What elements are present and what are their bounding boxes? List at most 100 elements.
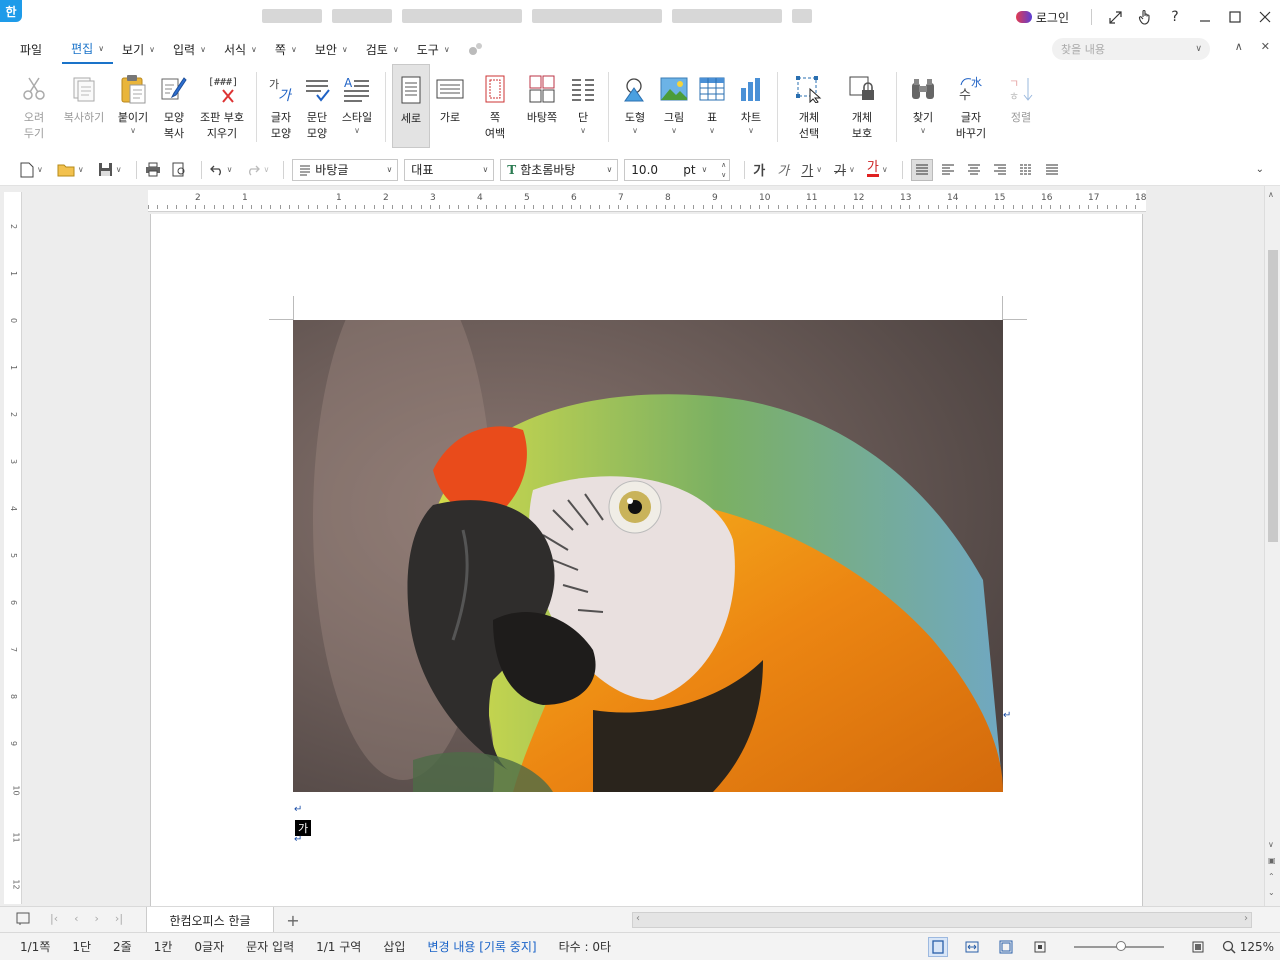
picture-button[interactable]: 그림 ∨ [655, 64, 693, 148]
paste-button[interactable]: 붙이기 ∨ [112, 64, 154, 148]
fit-page-icon[interactable] [1188, 937, 1208, 957]
menu-file[interactable]: 파일 [0, 34, 62, 64]
new-document-icon[interactable]: ∨ [20, 162, 43, 178]
menu-review[interactable]: 검토 ∨ [357, 34, 408, 64]
toolbar-expand-icon[interactable]: ⌄ [1256, 164, 1264, 175]
next-page-icon[interactable]: ⌄ [1268, 888, 1275, 897]
spinner-icon[interactable]: ∧ ∨ [721, 160, 726, 180]
zoom-reset-icon[interactable] [1030, 937, 1050, 957]
find-button[interactable]: 찾기 ∨ [903, 64, 943, 148]
font-color-button[interactable]: 가 ∨ [866, 161, 888, 177]
last-tab-icon[interactable]: ›| [115, 912, 123, 925]
fit-width-icon[interactable] [962, 937, 982, 957]
close-menu-icon[interactable]: ✕ [1261, 40, 1270, 53]
vertical-ruler[interactable]: 2 1 0 1 2 3 4 5 6 7 8 9 10 11 12 [4, 192, 22, 904]
prev-page-icon[interactable]: ⌃ [1268, 872, 1275, 881]
chevron-down-icon[interactable]: ∨ [748, 126, 754, 136]
close-icon[interactable] [1250, 0, 1280, 34]
tab-list-icon[interactable] [16, 912, 30, 929]
shape-button[interactable]: 도형 ∨ [615, 64, 655, 148]
scroll-thumb[interactable] [1268, 250, 1278, 542]
scroll-right-icon[interactable]: › [1244, 913, 1248, 924]
next-tab-icon[interactable]: › [95, 912, 99, 925]
justify-align-icon[interactable] [910, 158, 933, 181]
chevron-down-icon[interactable]: ∨ [671, 126, 677, 136]
login-button[interactable]: 로그인 [1015, 9, 1069, 26]
status-page[interactable]: 1/1쪽 [20, 938, 50, 955]
chevron-down-icon[interactable]: ∨ [37, 165, 43, 174]
horizontal-scrollbar[interactable]: ‹ › [632, 912, 1252, 928]
page-margin-button[interactable]: 쪽 여백 [470, 64, 520, 148]
chevron-down-icon[interactable]: ∨ [816, 165, 822, 174]
center-align-icon[interactable] [963, 159, 985, 181]
parrot-image[interactable] [293, 320, 1003, 792]
menu-security[interactable]: 보안 ∨ [306, 34, 357, 64]
quick-settings-icon[interactable] [459, 34, 493, 64]
strikethrough-button[interactable]: 가 ∨ [834, 160, 855, 179]
zoom-slider-knob[interactable] [1115, 941, 1126, 951]
vertical-scrollbar[interactable]: ∧ ∨ ▣ ⌃ ⌄ [1264, 186, 1280, 906]
scroll-left-icon[interactable]: ‹ [636, 913, 640, 924]
font-select[interactable]: T 함초롬바탕 ∨ [500, 158, 619, 181]
chevron-down-icon[interactable]: ∨ [701, 165, 707, 174]
print-icon[interactable] [145, 162, 161, 177]
chart-button[interactable]: 차트 ∨ [731, 64, 771, 148]
object-protect-button[interactable]: 개체 보호 [834, 64, 890, 148]
chevron-down-icon[interactable]: ∨ [849, 165, 855, 174]
replace-button[interactable]: 수水 글자 바꾸기 [943, 64, 999, 148]
tab-document[interactable]: 한컴오피스 한글 [146, 907, 274, 933]
object-select-button[interactable]: 개체 선택 [784, 64, 834, 148]
scroll-down-icon[interactable]: ∨ [1268, 840, 1274, 849]
columns-button[interactable]: 단 ∨ [564, 64, 602, 148]
language-select[interactable]: 대표 ∨ [404, 158, 495, 181]
chevron-down-icon[interactable]: ∨ [882, 165, 888, 174]
chevron-down-icon[interactable]: ∨ [1195, 44, 1202, 54]
chevron-down-icon[interactable]: ∨ [354, 126, 360, 136]
format-painter-button[interactable]: 모양 복사 [154, 64, 194, 148]
split-align-icon[interactable] [1041, 159, 1063, 181]
horizontal-ruler[interactable]: 2 1 1 2 3 4 5 6 7 8 9 10 11 12 13 14 15 16 17 18 [148, 190, 1146, 212]
find-input[interactable]: 찾을 내용 ∨ [1052, 38, 1210, 60]
menu-page[interactable]: 쪽 ∨ [266, 34, 306, 64]
zoom-slider[interactable] [1073, 941, 1164, 951]
chevron-down-icon[interactable]: ∨ [263, 165, 269, 174]
chevron-down-icon[interactable]: ∨ [580, 126, 586, 136]
italic-button[interactable]: 가 [777, 160, 789, 179]
chevron-down-icon[interactable]: ∨ [920, 126, 926, 136]
copy-button[interactable]: 복사하기 [56, 64, 112, 148]
print-preview-icon[interactable] [171, 162, 187, 177]
chevron-down-icon[interactable]: ∨ [116, 165, 122, 174]
chevron-down-icon[interactable]: ∨ [709, 126, 715, 136]
open-folder-icon[interactable]: ∨ [57, 163, 84, 177]
menu-edit[interactable]: 편집 ∨ [62, 34, 114, 64]
collapse-ribbon-icon[interactable]: ∧ [1235, 40, 1243, 53]
prev-tab-icon[interactable]: ‹ [74, 912, 78, 925]
style-button[interactable]: A 스타일 ∨ [335, 64, 379, 148]
right-align-icon[interactable] [989, 159, 1011, 181]
left-align-icon[interactable] [937, 159, 959, 181]
cut-button[interactable]: 오려 두기 [12, 64, 56, 148]
table-button[interactable]: 표 ∨ [693, 64, 731, 148]
chevron-down-icon[interactable]: ∨ [130, 126, 136, 136]
landscape-button[interactable]: 가로 [430, 64, 470, 148]
menu-format[interactable]: 서식 ∨ [215, 34, 266, 64]
underline-button[interactable]: 가 ∨ [801, 160, 822, 179]
sort-button[interactable]: ㄱㅎ 정렬 [999, 64, 1043, 148]
page-view-icon[interactable] [927, 937, 948, 957]
add-tab-button[interactable]: + [280, 909, 306, 931]
para-shape-button[interactable]: 문단 모양 [299, 64, 335, 148]
status-track-changes[interactable]: 변경 내용 [기록 중지] [427, 938, 536, 955]
scroll-up-icon[interactable]: ∧ [1268, 190, 1274, 199]
char-shape-button[interactable]: 가가 글자 모양 [263, 64, 299, 148]
help-icon[interactable]: ? [1160, 0, 1190, 34]
zoom-level[interactable]: 125% [1222, 940, 1274, 954]
status-insert[interactable]: 삽입 [383, 938, 405, 955]
font-size-input[interactable]: 10.0 pt ∨ ∧ ∨ [624, 158, 731, 181]
menu-tools[interactable]: 도구 ∨ [408, 34, 459, 64]
style-select[interactable]: 바탕글 ∨ [292, 158, 399, 181]
redo-icon[interactable]: ∨ [246, 164, 269, 176]
save-icon[interactable]: ∨ [98, 162, 122, 177]
bold-button[interactable]: 가 [753, 160, 765, 179]
chevron-down-icon[interactable]: ∨ [227, 165, 233, 174]
chevron-down-icon[interactable]: ∨ [78, 165, 84, 174]
